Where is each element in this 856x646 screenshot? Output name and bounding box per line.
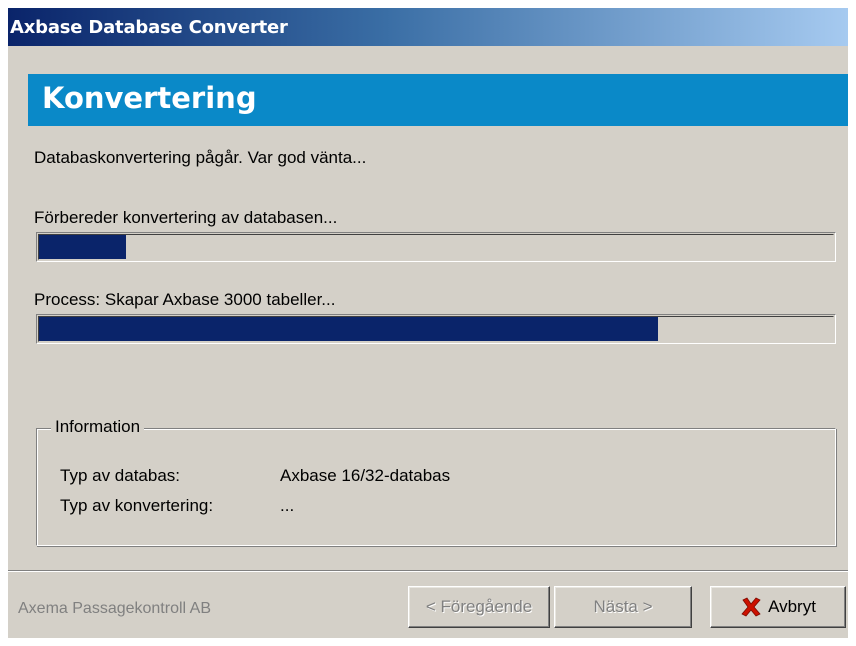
company-name: Axema Passagekontroll AB (18, 600, 211, 617)
page-header: Konvertering (28, 74, 848, 126)
information-groupbox: Information (36, 417, 836, 546)
step2-progress-bar (36, 314, 836, 344)
title-bar[interactable]: Axbase Database Converter (8, 8, 848, 46)
step1-progress-bar (36, 232, 836, 262)
conversion-type-key: Typ av konvertering: (60, 496, 214, 515)
step1-label: Förbereder konvertering av databasen... (34, 208, 338, 227)
next-button[interactable]: Nästa > (554, 586, 692, 628)
db-type-key: Typ av databas: (60, 466, 181, 485)
red-x-icon (741, 597, 761, 617)
step2-label: Process: Skapar Axbase 3000 tabeller... (34, 290, 336, 309)
back-button[interactable]: < Föregående (408, 586, 550, 628)
footer-separator (8, 570, 848, 572)
status-text: Databaskonvertering pågår. Var god vänta… (34, 148, 367, 167)
db-type-value: Axbase 16/32-databas (280, 466, 451, 485)
next-button-label: Nästa > (593, 597, 653, 616)
step1-progress-fill (39, 235, 126, 259)
cancel-button-label: Avbryt (768, 597, 816, 616)
window-title: Axbase Database Converter (10, 17, 288, 38)
cancel-button[interactable]: Avbryt (710, 586, 846, 628)
conversion-type-value: ... (280, 496, 295, 515)
information-legend: Information (51, 417, 145, 437)
back-button-label: < Föregående (425, 597, 533, 616)
page-title: Konvertering (42, 81, 257, 115)
converter-window: Axbase Database Converter Konvertering D… (8, 8, 848, 638)
step2-progress-fill (39, 317, 658, 341)
